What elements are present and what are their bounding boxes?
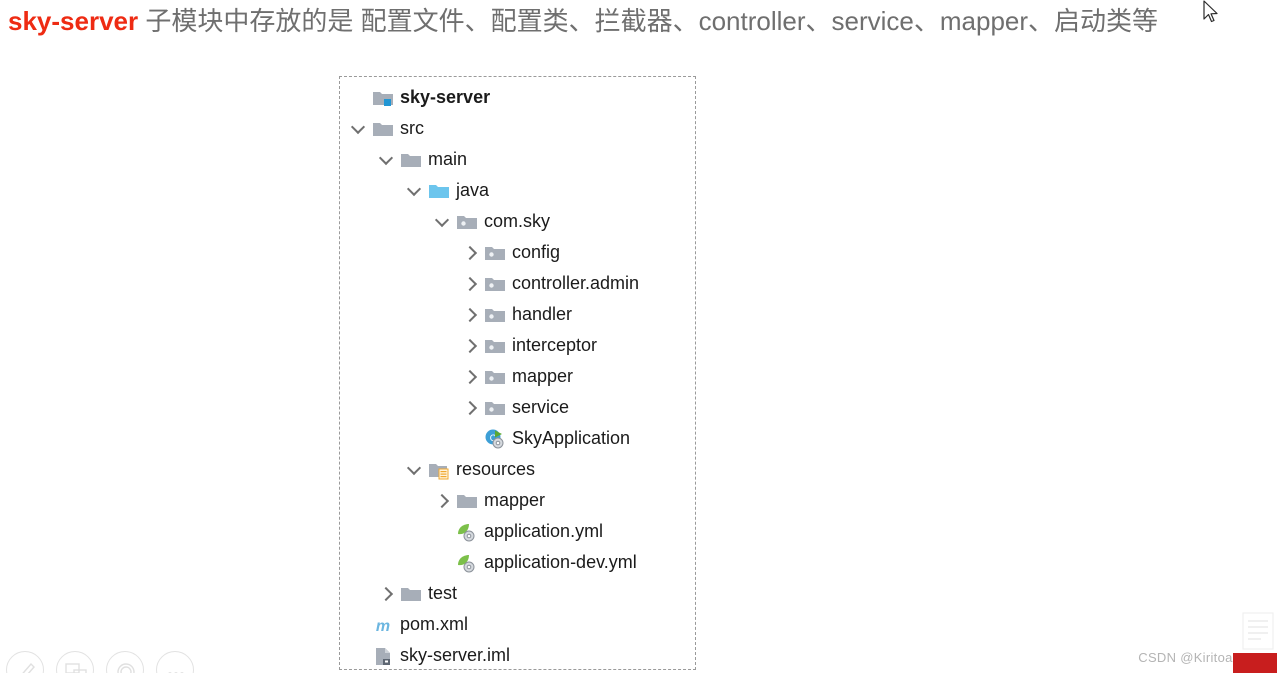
tree-row-label: java <box>456 180 490 200</box>
chevron-right-icon[interactable] <box>462 368 480 386</box>
maven-pom-icon: m <box>372 614 394 636</box>
tree-row[interactable]: application-dev.yml <box>340 547 695 578</box>
pen-icon[interactable] <box>6 651 44 673</box>
yaml-file-icon <box>456 521 478 543</box>
screen-icon[interactable] <box>56 651 94 673</box>
tree-row[interactable]: config <box>340 237 695 268</box>
tree-row[interactable]: main <box>340 144 695 175</box>
tree-row[interactable]: application.yml <box>340 516 695 547</box>
tree-row-label: sky-server.iml <box>400 645 511 665</box>
page-title-rest: 子模块中存放的是 配置文件、配置类、拦截器、controller、service… <box>138 6 1159 36</box>
iml-module-file-icon <box>372 645 394 667</box>
corner-document-icon <box>1242 612 1274 650</box>
tree-row-label: test <box>428 583 458 603</box>
tree-row-label: mapper <box>512 366 574 386</box>
svg-text:m: m <box>376 618 390 635</box>
tree-row-label: config <box>512 242 561 262</box>
tree-row[interactable]: com.sky <box>340 206 695 237</box>
tree-row[interactable]: controller.admin <box>340 268 695 299</box>
tree-row-label: application.yml <box>484 521 604 541</box>
chevron-down-icon[interactable] <box>378 151 396 169</box>
chevron-right-icon[interactable] <box>462 399 480 417</box>
chevron-right-icon[interactable] <box>462 244 480 262</box>
tree-row[interactable]: mapper <box>340 485 695 516</box>
chevron-down-icon[interactable] <box>406 182 424 200</box>
eraser-icon[interactable] <box>106 651 144 673</box>
tree-row-label: resources <box>456 459 536 479</box>
folder-icon <box>456 490 478 512</box>
chevron-right-icon[interactable] <box>462 275 480 293</box>
tree-row[interactable]: sky-server <box>340 82 695 113</box>
tree-row[interactable]: java <box>340 175 695 206</box>
package-icon <box>484 366 506 388</box>
chevron-placeholder <box>350 616 368 634</box>
resources-folder-icon <box>428 459 450 481</box>
package-icon <box>484 304 506 326</box>
package-icon <box>484 273 506 295</box>
tree-row[interactable]: handler <box>340 299 695 330</box>
spring-boot-main-class-icon: C <box>484 428 506 450</box>
tree-row-label: com.sky <box>484 211 551 231</box>
page-title-highlight: sky-server <box>8 6 139 36</box>
chevron-right-icon[interactable] <box>378 585 396 603</box>
project-tree: sky-server src main java com.sky config contro… <box>339 76 696 670</box>
tree-row-label: main <box>428 149 468 169</box>
screenshot-root: sky-server 子模块中存放的是 配置文件、配置类、拦截器、control… <box>0 0 1277 673</box>
watermark: CSDN @Kiritoasu <box>1138 650 1247 665</box>
chevron-right-icon[interactable] <box>462 306 480 324</box>
tree-row[interactable]: resources <box>340 454 695 485</box>
tree-row-label: pom.xml <box>400 614 469 634</box>
source-folder-icon <box>428 180 450 202</box>
chevron-right-icon[interactable] <box>462 337 480 355</box>
tree-row-label: application-dev.yml <box>484 552 637 572</box>
package-icon <box>484 242 506 264</box>
package-icon <box>484 397 506 419</box>
folder-icon <box>400 583 422 605</box>
chevron-down-icon[interactable] <box>350 120 368 138</box>
package-icon <box>456 211 478 233</box>
tree-row-label: service <box>512 397 570 417</box>
yaml-file-icon <box>456 552 478 574</box>
chevron-placeholder <box>434 554 452 572</box>
tree-row-label: interceptor <box>512 335 598 355</box>
page-title: sky-server 子模块中存放的是 配置文件、配置类、拦截器、control… <box>8 2 1273 42</box>
chevron-placeholder <box>462 430 480 448</box>
tree-row[interactable]: src <box>340 113 695 144</box>
chevron-placeholder <box>350 647 368 665</box>
chevron-right-icon[interactable] <box>434 492 452 510</box>
module-folder-icon <box>372 87 394 109</box>
chevron-down-icon[interactable] <box>406 461 424 479</box>
tree-row-label: handler <box>512 304 573 324</box>
folder-icon <box>372 118 394 140</box>
chevron-down-icon[interactable] <box>434 213 452 231</box>
tree-row[interactable]: service <box>340 392 695 423</box>
tree-row-label: controller.admin <box>512 273 640 293</box>
tree-row-label: sky-server <box>400 87 491 107</box>
tree-row[interactable]: C SkyApplication <box>340 423 695 454</box>
package-icon <box>484 335 506 357</box>
floating-toolbar[interactable] <box>6 651 194 673</box>
chevron-placeholder <box>350 89 368 107</box>
tree-row[interactable]: sky-server.iml <box>340 640 695 669</box>
tree-row[interactable]: interceptor <box>340 330 695 361</box>
tree-row[interactable]: test <box>340 578 695 609</box>
tree-row[interactable]: mapper <box>340 361 695 392</box>
corner-red-block <box>1233 653 1277 673</box>
mouse-cursor <box>1203 0 1218 23</box>
more-icon[interactable] <box>156 651 194 673</box>
tree-row[interactable]: m pom.xml <box>340 609 695 640</box>
folder-icon <box>400 149 422 171</box>
chevron-placeholder <box>434 523 452 541</box>
tree-row-label: mapper <box>484 490 546 510</box>
tree-row-label: src <box>400 118 424 138</box>
tree-row-label: SkyApplication <box>512 428 631 448</box>
